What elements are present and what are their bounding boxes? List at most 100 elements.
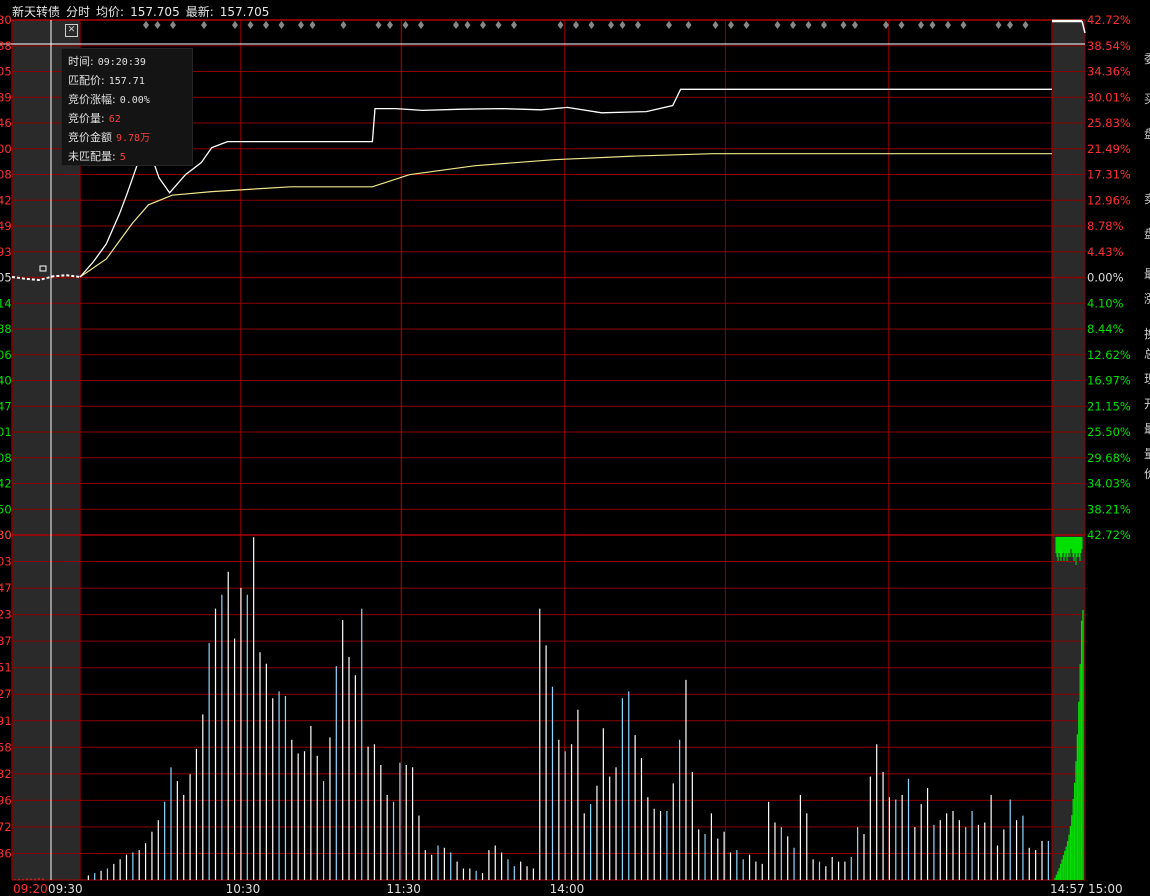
y-tick-label: 29.68%: [1087, 451, 1131, 465]
popup-value: 0.00%: [119, 95, 150, 106]
volume-tick-label: 36: [0, 846, 12, 860]
marker-diamond: [375, 21, 382, 29]
y-tick-label: 16.97%: [1087, 374, 1131, 388]
popup-row: 竞价量: 62: [68, 110, 192, 129]
marker-diamond: [418, 21, 424, 29]
x-tick-label: 14:57: [1050, 882, 1085, 896]
diamond-markers: [143, 21, 1029, 29]
side-panel-label: 最: [1143, 422, 1150, 436]
marker-diamond: [387, 21, 393, 29]
volume-tick-label: 51: [0, 661, 12, 675]
y-tick-label: 4.10%: [1087, 296, 1124, 310]
y-tick-label: 38.21%: [1087, 502, 1131, 516]
popup-value: 5: [119, 152, 126, 163]
x-tick-label: 11:30: [386, 882, 421, 896]
marker-diamond: [1007, 21, 1013, 29]
marker-diamond: [278, 21, 285, 29]
avg-price: 157.705: [130, 5, 180, 19]
y-tick-label: 8.44%: [1087, 322, 1124, 336]
marker-diamond: [685, 21, 692, 29]
y-tick-label: 00: [0, 142, 12, 156]
popup-row: 未匹配量: 5: [68, 148, 192, 167]
marker-diamond: [170, 21, 176, 29]
volume-tick-label: 27: [0, 687, 12, 701]
y-tick-label: 06: [0, 348, 12, 362]
close-icon[interactable]: ✕: [65, 24, 78, 37]
popup-label: 时间:: [68, 55, 94, 68]
marker-diamond: [929, 21, 936, 29]
volume-tick-label: 58: [0, 740, 12, 754]
marker-diamond: [247, 21, 254, 29]
marker-diamond: [805, 21, 812, 29]
marker-diamond: [453, 21, 459, 29]
side-panel-label: 涨: [1143, 292, 1150, 306]
popup-label: 竞价量:: [68, 112, 105, 125]
marker-diamond: [143, 21, 149, 29]
y-tick-label: 4.43%: [1087, 245, 1124, 259]
marker-diamond: [960, 21, 967, 29]
marker-diamond: [774, 21, 781, 29]
right-side-panel: 委买盘卖盘最涨换总现开最量价: [1142, 0, 1150, 896]
y-tick-label: 46: [0, 116, 12, 130]
marker-diamond: [232, 21, 238, 29]
marker-diamond: [464, 21, 471, 29]
x-tick-label: 10:30: [226, 882, 261, 896]
chart-mode: 分时: [66, 5, 91, 19]
volume-tick-label: 47: [0, 581, 12, 595]
y-tick-label: 21.15%: [1087, 399, 1131, 413]
marker-diamond: [402, 21, 409, 29]
y-tick-label: 12.62%: [1087, 348, 1131, 362]
price-line: [79, 88, 1052, 278]
y-tick-label: 30.01%: [1087, 90, 1131, 104]
side-panel-label: 价: [1143, 467, 1150, 481]
marker-diamond: [1022, 21, 1029, 29]
x-axis: 09:20 09:30 10:30 11:30 14:00 14:57 15:00: [13, 882, 1123, 896]
y-tick-label: 89: [0, 90, 12, 104]
side-panel-label: 盘: [1143, 127, 1150, 141]
marker-diamond: [340, 21, 347, 29]
y-tick-label: 40: [0, 374, 12, 388]
x-tick-label: 14:00: [550, 882, 585, 896]
marker-diamond: [557, 21, 564, 29]
popup-label: 竞价涨幅:: [68, 93, 116, 106]
marker-diamond: [790, 21, 796, 29]
marker-diamond: [298, 21, 304, 29]
marker-diamond: [495, 21, 502, 29]
y-tick-label: 17.31%: [1087, 168, 1131, 182]
x-tick-label: 15:00: [1088, 882, 1123, 896]
marker-diamond: [511, 21, 517, 29]
y-axis-left: 80 88 05 89 46 00 08 42 49 93 05 14 88 06 40 47 01 08 42 50…: [0, 13, 12, 860]
y-tick-label: 0.00%: [1087, 271, 1124, 285]
y-tick-label: 49: [0, 219, 12, 233]
marker-diamond: [666, 21, 672, 29]
y-tick-label: 93: [0, 245, 12, 259]
y-axis-right: 42.72% 38.54% 34.36% 30.01% 25.83% 21.49% 17.3…: [1087, 13, 1131, 542]
popup-value: 9.78万: [116, 133, 151, 144]
avg-price-line: [79, 153, 1052, 278]
marker-diamond: [840, 21, 847, 29]
marker-diamond: [852, 21, 858, 29]
y-tick-label: 34.36%: [1087, 65, 1131, 79]
last-price: 157.705: [219, 5, 270, 19]
popup-row: 竞价涨幅: 0.00%: [68, 91, 192, 110]
side-panel-label: 最: [1143, 267, 1150, 281]
marker-diamond: [728, 21, 734, 29]
marker-diamond: [154, 21, 161, 29]
popup-label: 未匹配量:: [68, 150, 116, 163]
volume-tick-label: 96: [0, 793, 12, 807]
popup-value: 157.71: [108, 76, 145, 87]
y-tick-label: 38.54%: [1087, 39, 1131, 53]
last-label: 最新:: [185, 5, 214, 19]
volume-tick-label: 80: [0, 528, 12, 542]
marker-diamond: [635, 21, 641, 29]
y-tick-label: 47: [0, 399, 12, 413]
volume-tick-label: 32: [0, 767, 12, 781]
y-tick-label: 25.83%: [1087, 116, 1131, 130]
marker-diamond: [883, 21, 889, 29]
marker-diamond: [573, 21, 579, 29]
chart-header: 新天转债 分时 均价: 157.705 最新: 157.705: [12, 3, 275, 20]
side-panel-label: 开: [1143, 397, 1150, 411]
y-tick-label: 34.03%: [1087, 477, 1131, 491]
marker-diamond: [898, 21, 905, 29]
y-tick-label: 08: [0, 451, 12, 465]
